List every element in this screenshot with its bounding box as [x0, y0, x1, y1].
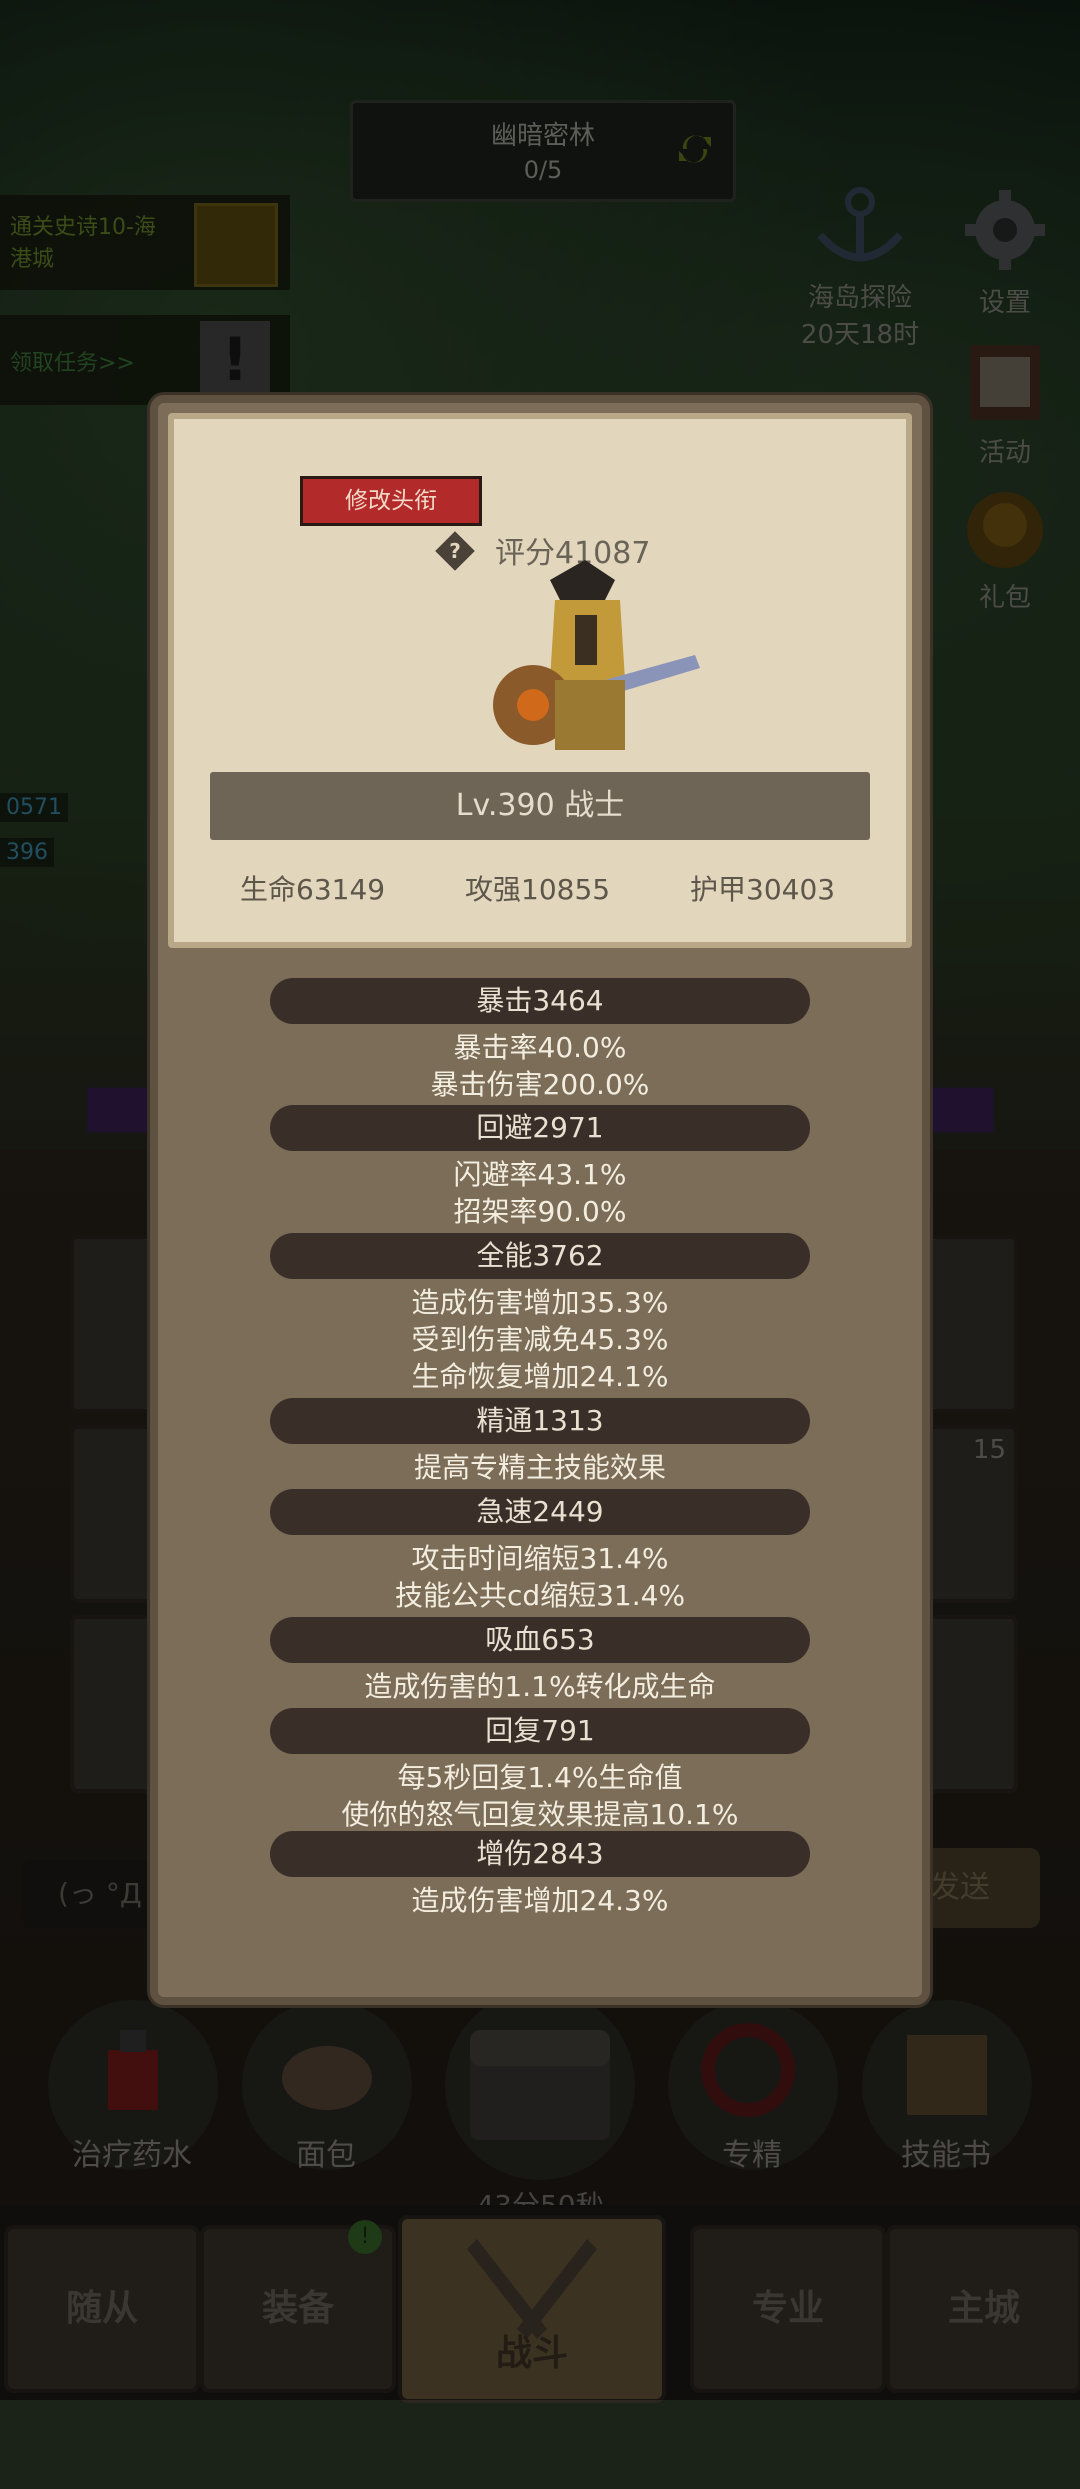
- attr-line: 使你的怒气回复效果提高10.1%: [341, 1798, 739, 1831]
- attr-line: 生命恢复增加24.1%: [411, 1360, 669, 1393]
- attr-line: 技能公共cd缩短31.4%: [394, 1579, 686, 1612]
- attr-header-haste: 急速2449: [270, 1489, 810, 1535]
- attr-header-dodge: 回避2971: [270, 1105, 810, 1151]
- attr-line: 造成伤害增加24.3%: [411, 1884, 669, 1917]
- attr-line: 暴击率40.0%: [453, 1031, 627, 1064]
- attr-header-mastery: 精通1313: [270, 1398, 810, 1444]
- attr-line: 每5秒回复1.4%生命值: [397, 1761, 683, 1794]
- attr-header-damage-bonus: 增伤2843: [270, 1831, 810, 1877]
- attr-line: 造成伤害的1.1%转化成生命: [364, 1670, 716, 1703]
- attr-line: 攻击时间缩短31.4%: [411, 1542, 669, 1575]
- attr-line: 造成伤害增加35.3%: [411, 1286, 669, 1319]
- attr-header-regen: 回复791: [270, 1708, 810, 1754]
- stat-attack-power: 攻强10855: [465, 873, 611, 906]
- attr-header-crit: 暴击3464: [270, 978, 810, 1024]
- stat-armor: 护甲30403: [690, 873, 836, 906]
- attr-line: 暴击伤害200.0%: [430, 1068, 650, 1101]
- warrior-character: [493, 560, 700, 750]
- attr-line: 招架率90.0%: [453, 1195, 627, 1228]
- attr-line: 受到伤害减免45.3%: [411, 1323, 669, 1356]
- attr-header-versatility: 全能3762: [270, 1233, 810, 1279]
- level-class-bar: Lv.390 战士: [210, 772, 870, 840]
- attr-line: 提高专精主技能效果: [413, 1451, 666, 1484]
- change-title-button[interactable]: 修改头衔: [300, 476, 482, 526]
- attr-line: 闪避率43.1%: [453, 1158, 627, 1191]
- stat-hp: 生命63149: [240, 873, 386, 906]
- attr-header-lifesteal: 吸血653: [270, 1617, 810, 1663]
